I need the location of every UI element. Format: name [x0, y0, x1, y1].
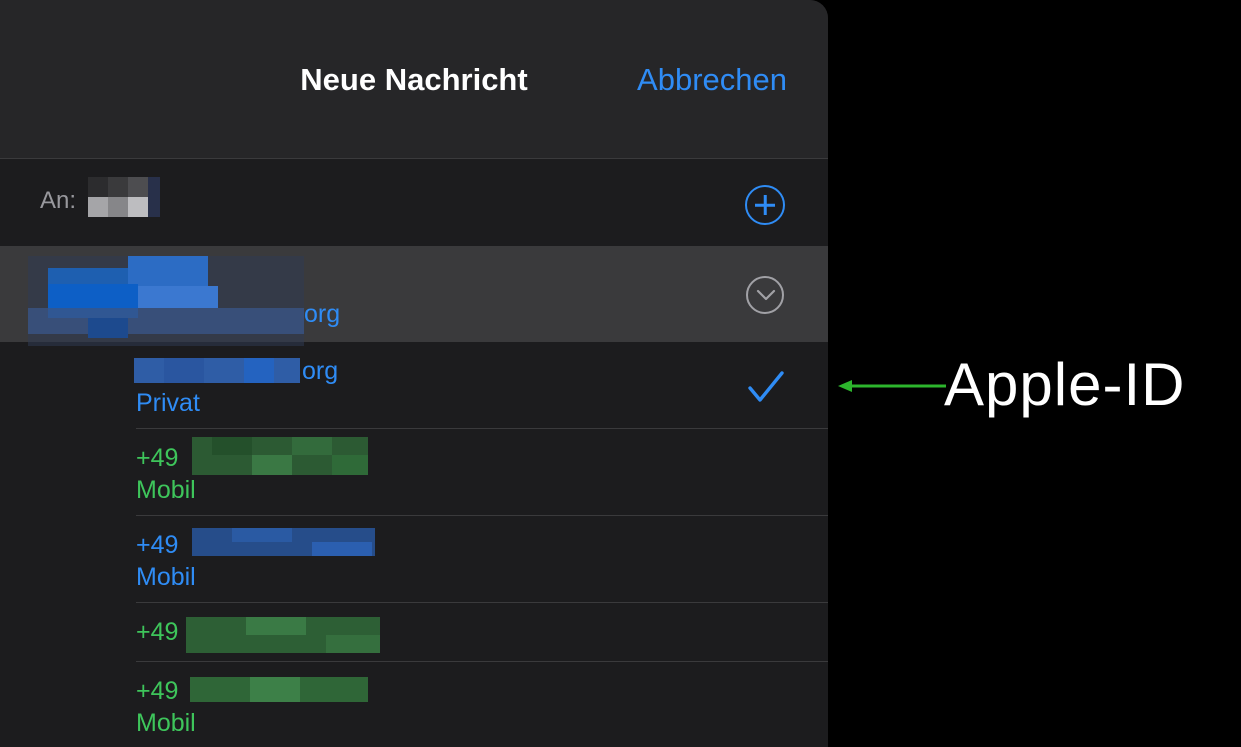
address-value: +49: [136, 444, 179, 472]
redacted-phone: [192, 528, 375, 556]
annotation-label: Apple-ID: [944, 351, 1186, 418]
address-item-apple-id[interactable]: org Privat: [134, 342, 828, 429]
collapse-contact-button[interactable]: [746, 276, 784, 314]
recipient-field[interactable]: An:: [0, 160, 828, 246]
navigation-bar: Neue Nachricht Abbrechen: [0, 0, 828, 159]
checkmark-icon: [748, 371, 784, 402]
redacted-phone: [186, 617, 380, 653]
add-recipient-button[interactable]: [745, 185, 785, 225]
redacted-email: [134, 358, 300, 383]
address-item-mobile-4[interactable]: +49 Mobil: [136, 662, 828, 747]
address-type: Privat: [136, 389, 200, 417]
contact-email-suffix: org: [304, 300, 341, 328]
redacted-phone: [190, 677, 368, 702]
contact-row[interactable]: org: [0, 246, 828, 346]
address-item-mobile-3[interactable]: +49: [136, 603, 828, 662]
address-value: +49: [136, 618, 179, 646]
chevron-down-icon: [756, 289, 776, 301]
new-message-sheet: Neue Nachricht Abbrechen An: org org Pri…: [0, 0, 828, 747]
address-item-mobile-2[interactable]: +49 Mobil: [136, 516, 828, 603]
redacted-phone: [192, 437, 368, 475]
address-value: org: [302, 357, 339, 385]
address-type: Mobil: [136, 709, 196, 737]
address-value: +49: [136, 677, 179, 705]
cancel-button[interactable]: Abbrechen: [637, 62, 787, 98]
arrow-left-icon: [838, 380, 946, 392]
address-type: Mobil: [136, 476, 196, 504]
redacted-recipient: [88, 177, 160, 217]
recipient-label: An:: [40, 187, 77, 214]
address-item-mobile-1[interactable]: +49 Mobil: [136, 429, 828, 516]
redacted-contact-name: [28, 256, 304, 346]
address-type: Mobil: [136, 563, 196, 591]
address-value: +49: [136, 531, 179, 559]
